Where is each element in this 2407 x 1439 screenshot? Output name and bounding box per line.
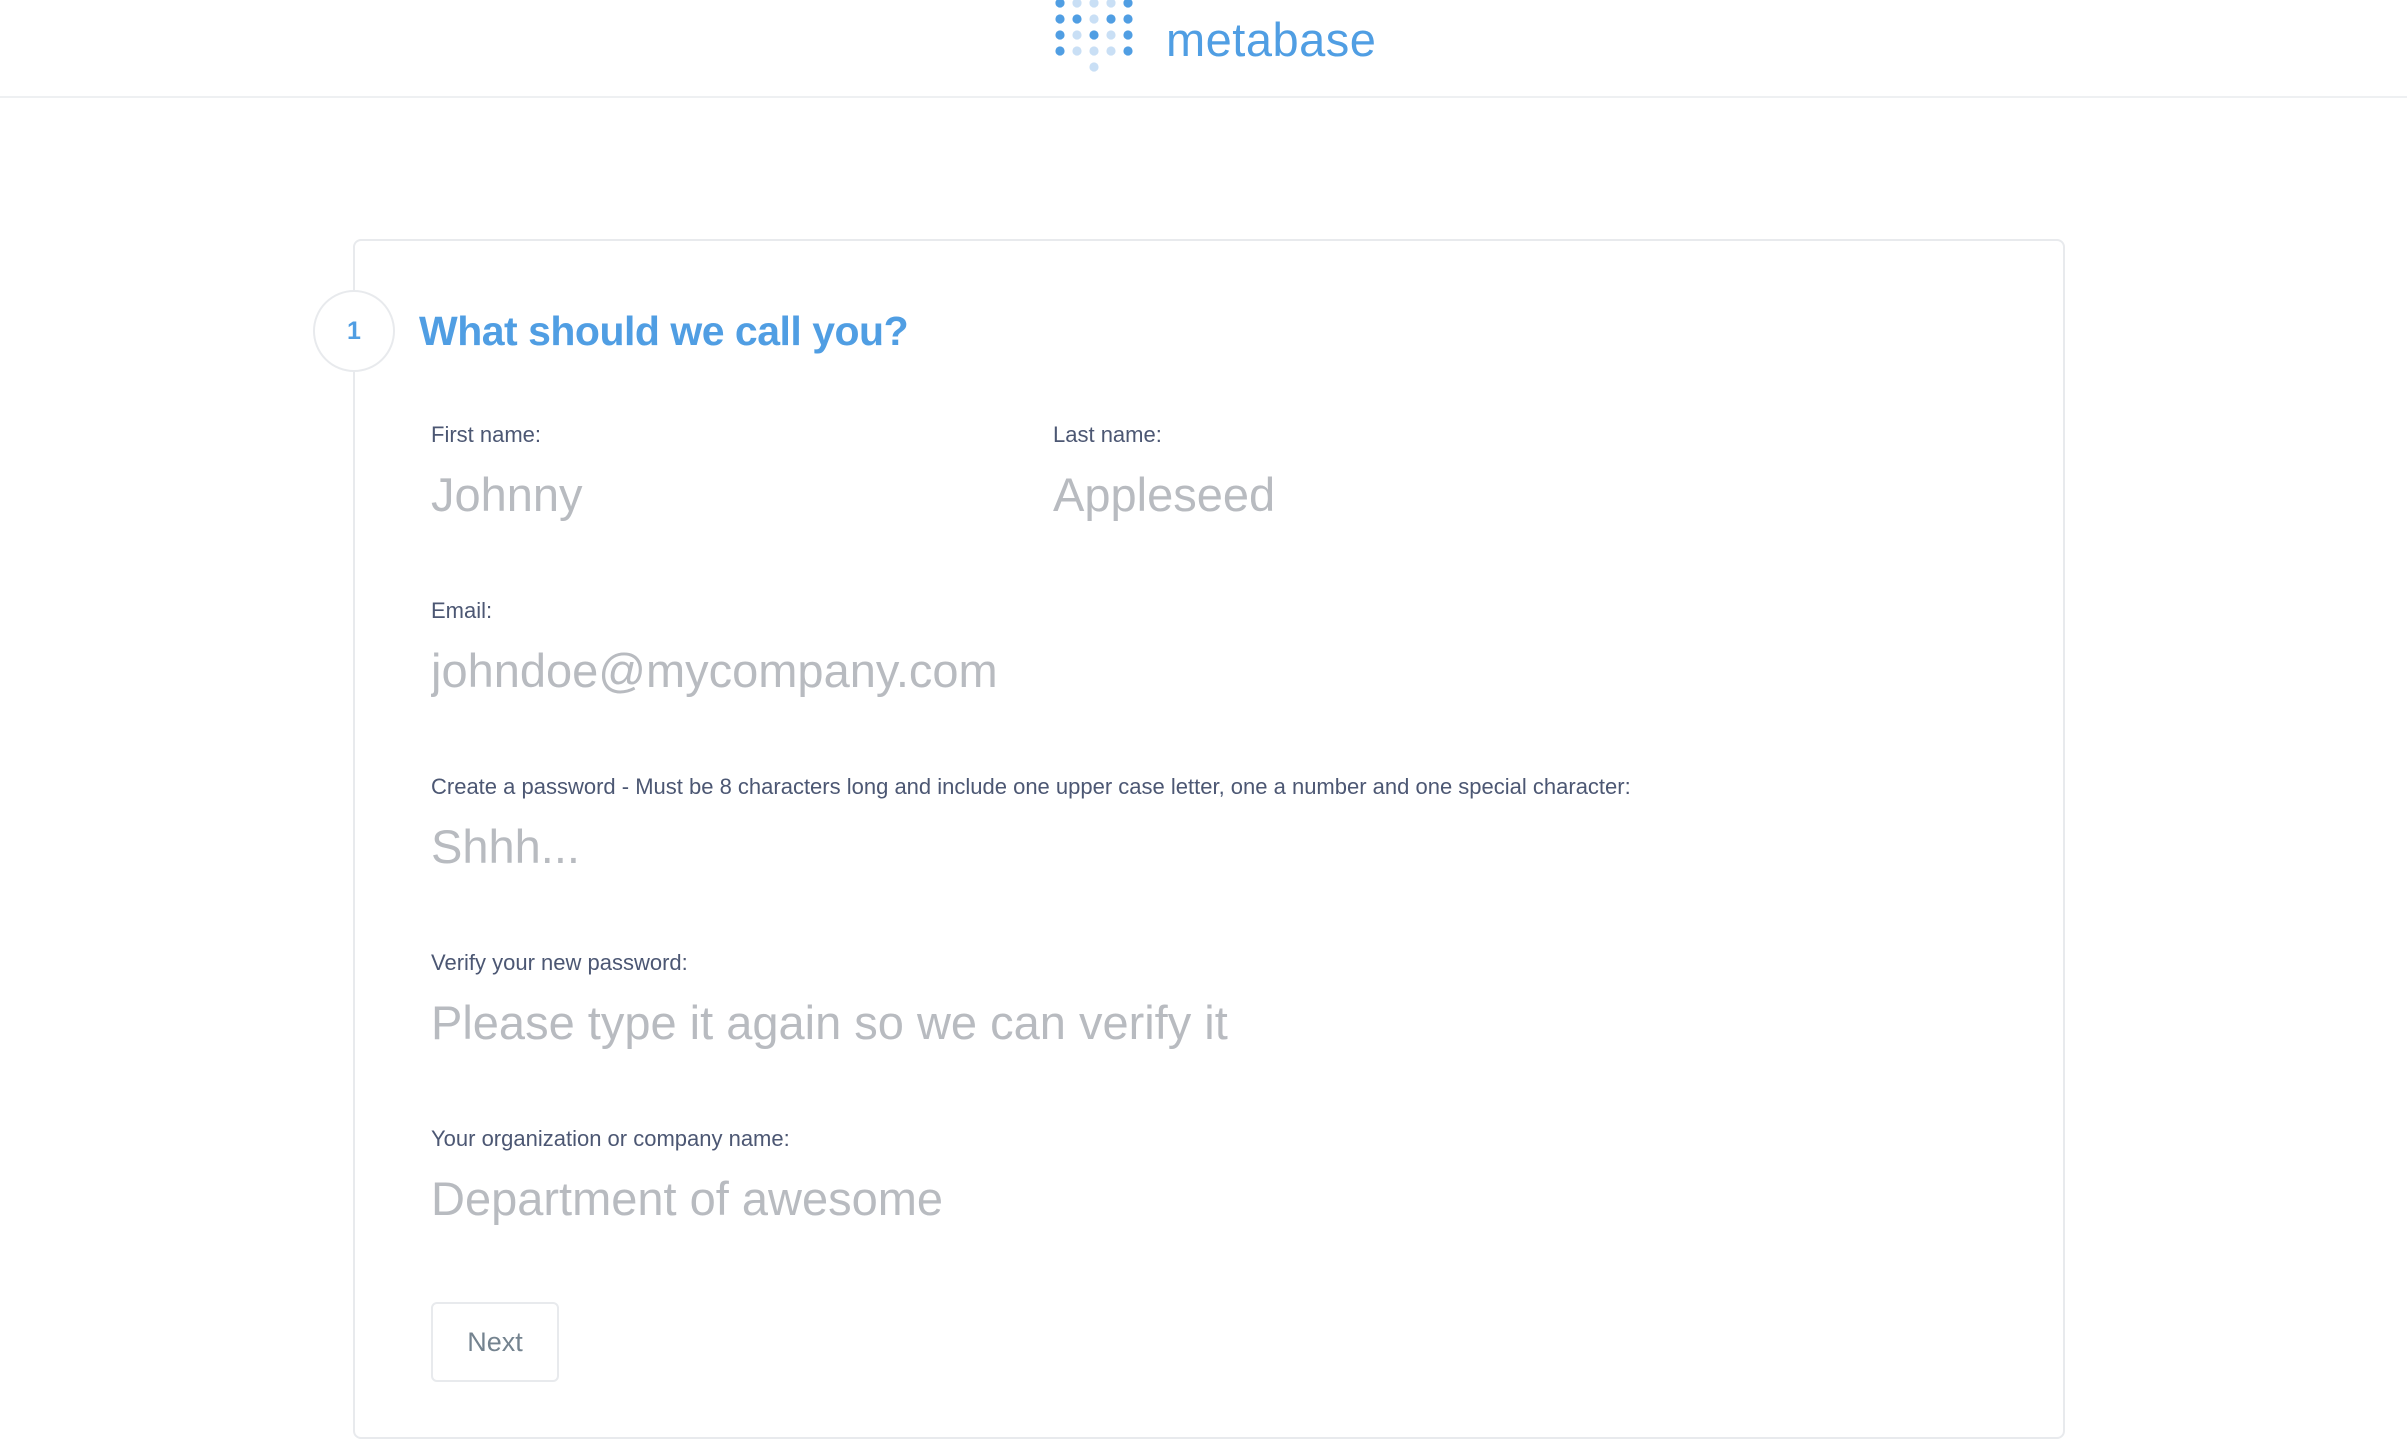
next-button[interactable]: Next [431, 1302, 559, 1382]
step-title: What should we call you? [419, 308, 909, 354]
last-name-label: Last name: [1053, 422, 1162, 447]
first-name-input[interactable] [431, 463, 991, 527]
brand-name: metabase [1166, 12, 1377, 66]
top-nav-bar: metabase [0, 0, 2407, 98]
brand[interactable]: metabase [1052, 0, 1376, 80]
password-label: Create a password - Must be 8 characters… [431, 774, 1631, 799]
organization-label: Your organization or company name: [431, 1126, 790, 1151]
verify-password-label: Verify your new password: [431, 950, 688, 975]
step-number-badge: 1 [313, 290, 395, 372]
password-input[interactable] [431, 815, 1611, 879]
last-name-input[interactable] [1053, 463, 1613, 527]
organization-input[interactable] [431, 1167, 1611, 1231]
metabase-logo-icon [1055, 0, 1133, 72]
first-name-label: First name: [431, 422, 542, 447]
email-label: Email: [431, 598, 493, 623]
email-input[interactable] [431, 639, 1611, 703]
verify-password-input[interactable] [431, 991, 1611, 1055]
